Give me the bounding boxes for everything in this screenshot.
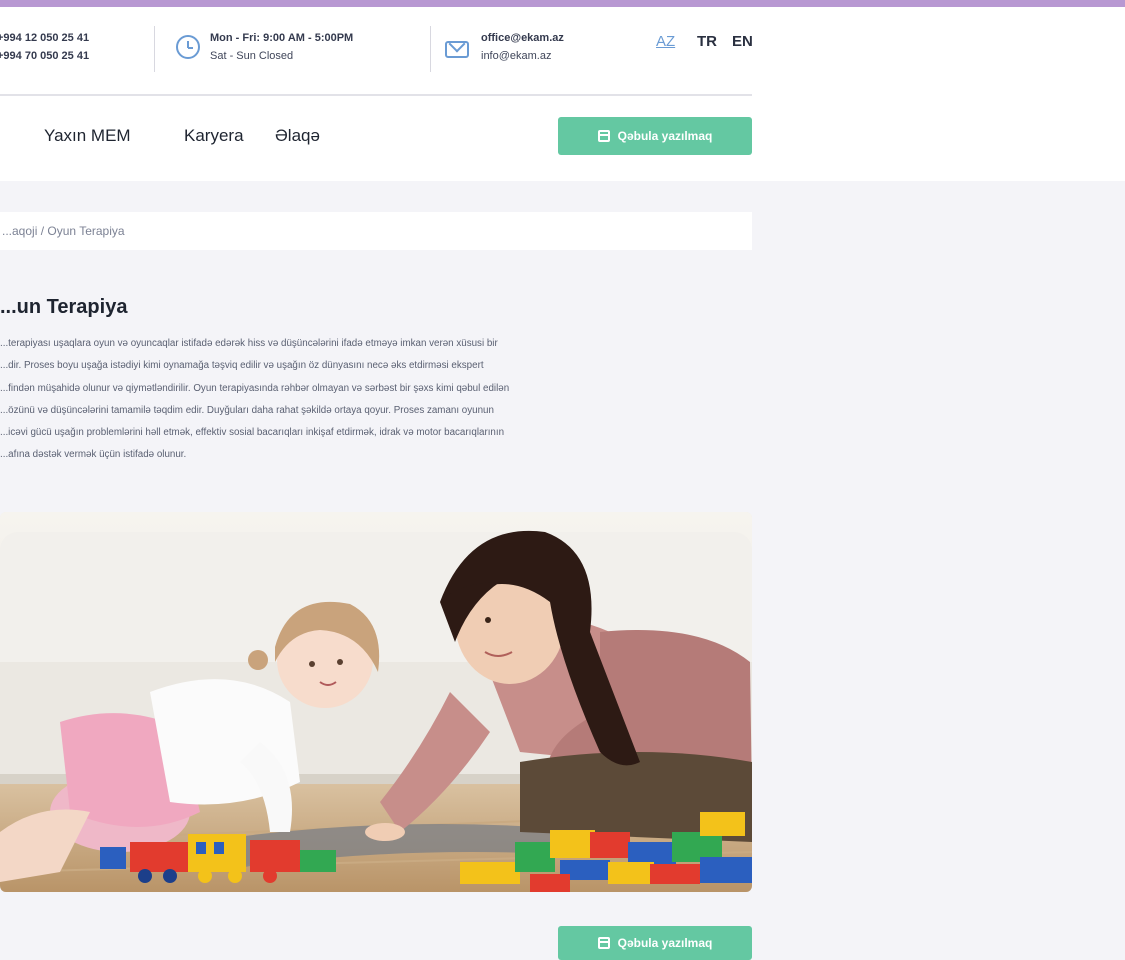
nav-item-yaxin-mem[interactable]: Yaxın MEM (44, 126, 131, 146)
top-accent-bar (0, 0, 1125, 7)
paragraph-line: ...icəvi gücü uşağın problemlərini həll … (0, 427, 505, 439)
envelope-icon (445, 41, 469, 58)
divider (430, 26, 431, 72)
enroll-button[interactable]: Qəbula yazılmaq (558, 117, 752, 155)
calendar-icon (597, 130, 610, 142)
nav-item-karyera[interactable]: Karyera (184, 126, 244, 146)
phone-1[interactable]: +994 12 050 25 41 (0, 29, 89, 47)
therapy-photo (0, 512, 752, 892)
nav-item-elaqe[interactable]: Əlaqə (275, 126, 320, 146)
site-header: +994 12 050 25 41 +994 70 050 25 41 Mon … (0, 7, 1125, 181)
clock-icon (176, 35, 200, 59)
lang-az[interactable]: AZ (656, 33, 675, 50)
lang-tr[interactable]: TR (697, 33, 717, 50)
phone-block: +994 12 050 25 41 +994 70 050 25 41 (0, 29, 89, 65)
hours-block: Mon - Fri: 9:00 AM - 5:00PM Sat - Sun Cl… (210, 29, 353, 65)
enroll-button-label: Qəbula yazılmaq (617, 129, 713, 143)
hours-weekend: Sat - Sun Closed (210, 50, 294, 62)
paragraph-line: ...afına dəstək vermək üçün istifadə olu… (0, 449, 187, 461)
description-paragraph: ...terapiyası uşaqlara oyun və oyuncaqla… (0, 333, 748, 467)
paragraph-line: ...özünü və düşüncələrini tamamilə təqdi… (0, 404, 494, 416)
paragraph-line: ...terapiyası uşaqlara oyun və oyuncaqla… (0, 338, 498, 349)
enroll-button-label: Qəbula yazılmaq (617, 936, 713, 950)
breadcrumb: ...aqoji / Oyun Terapiya (0, 212, 752, 250)
breadcrumb-separator: / (40, 224, 45, 238)
breadcrumb-current: Oyun Terapiya (47, 224, 125, 238)
enroll-button-bottom[interactable]: Qəbula yazılmaq (558, 926, 752, 960)
therapy-photo-illustration (0, 512, 752, 892)
email-info[interactable]: info@ekam.az (481, 47, 564, 65)
breadcrumb-parent[interactable]: ...aqoji (2, 224, 37, 238)
email-office[interactable]: office@ekam.az (481, 29, 564, 47)
hours-weekdays: Mon - Fri: 9:00 AM - 5:00PM (210, 32, 354, 44)
calendar-icon (597, 937, 610, 949)
paragraph-line: ...dir. Proses boyu uşağa istədiyi kimi … (0, 360, 484, 372)
divider (154, 26, 155, 72)
email-block: office@ekam.az info@ekam.az (481, 29, 564, 65)
page-title: ...un Terapiya (0, 296, 128, 318)
paragraph-line: ...findən müşahidə olunur və qiymətləndi… (0, 382, 510, 394)
header-divider (0, 94, 752, 96)
lang-en[interactable]: EN (732, 33, 753, 50)
phone-2[interactable]: +994 70 050 25 41 (0, 47, 89, 65)
